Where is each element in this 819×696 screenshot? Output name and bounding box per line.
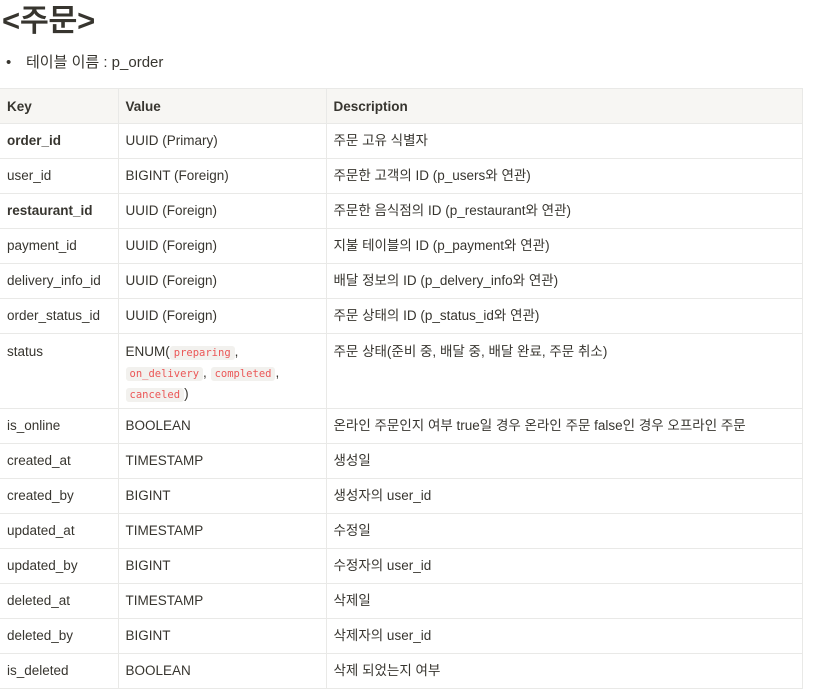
cell-value[interactable]: BIGINT (Foreign) bbox=[117, 158, 327, 194]
column-header-value[interactable]: Value bbox=[117, 88, 327, 124]
column-header-description[interactable]: Description bbox=[325, 88, 803, 124]
enum-code-canceled: canceled bbox=[125, 388, 185, 402]
cell-value[interactable]: UUID (Foreign) bbox=[117, 298, 327, 334]
cell-description[interactable]: 주문한 음식점의 ID (p_restaurant와 연관) bbox=[325, 193, 803, 229]
cell-description[interactable]: 수정자의 user_id bbox=[325, 548, 803, 584]
cell-value[interactable]: BIGINT bbox=[117, 618, 327, 654]
table-row: is_deleted BOOLEAN 삭제 되었는지 여부 bbox=[0, 653, 803, 689]
table-name-text: 테이블 이름 : p_order bbox=[26, 54, 164, 71]
cell-description[interactable]: 주문한 고객의 ID (p_users와 연관) bbox=[325, 158, 803, 194]
cell-value[interactable]: BOOLEAN bbox=[117, 653, 327, 689]
table-row: order_id UUID (Primary) 주문 고유 식별자 bbox=[0, 123, 803, 159]
cell-value[interactable]: TIMESTAMP bbox=[117, 513, 327, 549]
enum-code-completed: completed bbox=[210, 367, 276, 381]
cell-key[interactable]: status bbox=[0, 333, 119, 409]
cell-key[interactable]: user_id bbox=[0, 158, 119, 194]
column-header-key[interactable]: Key bbox=[0, 88, 119, 124]
schema-table: Key Value Description order_id UUID (Prim… bbox=[0, 88, 803, 689]
cell-key[interactable]: restaurant_id bbox=[0, 193, 119, 229]
cell-key[interactable]: updated_at bbox=[0, 513, 119, 549]
cell-value[interactable]: UUID (Foreign) bbox=[117, 228, 327, 264]
table-row: created_at TIMESTAMP 생성일 bbox=[0, 443, 803, 479]
table-row: deleted_by BIGINT 삭제자의 user_id bbox=[0, 618, 803, 654]
cell-value[interactable]: BIGINT bbox=[117, 478, 327, 514]
cell-value[interactable]: UUID (Foreign) bbox=[117, 193, 327, 229]
cell-key[interactable]: deleted_at bbox=[0, 583, 119, 619]
cell-description[interactable]: 생성자의 user_id bbox=[325, 478, 803, 514]
cell-value[interactable]: UUID (Foreign) bbox=[117, 263, 327, 299]
page-title: <주문> bbox=[2, 3, 96, 38]
cell-key[interactable]: is_online bbox=[0, 408, 119, 444]
cell-key[interactable]: payment_id bbox=[0, 228, 119, 264]
table-row: delivery_info_id UUID (Foreign) 배달 정보의 ID … bbox=[0, 263, 803, 299]
cell-description[interactable]: 생성일 bbox=[325, 443, 803, 479]
table-row: updated_at TIMESTAMP 수정일 bbox=[0, 513, 803, 549]
cell-key[interactable]: created_at bbox=[0, 443, 119, 479]
bullet-dot-icon: • bbox=[6, 54, 12, 71]
table-row: created_by BIGINT 생성자의 user_id bbox=[0, 478, 803, 514]
cell-description[interactable]: 지불 테이블의 ID (p_payment와 연관) bbox=[325, 228, 803, 264]
cell-description[interactable]: 온라인 주문인지 여부 true일 경우 온라인 주문 false인 경우 오프… bbox=[325, 408, 803, 444]
cell-description[interactable]: 삭제일 bbox=[325, 583, 803, 619]
cell-key[interactable]: order_status_id bbox=[0, 298, 119, 334]
cell-key[interactable]: deleted_by bbox=[0, 618, 119, 654]
cell-description[interactable]: 주문 상태의 ID (p_status_id와 연관) bbox=[325, 298, 803, 334]
table-row: status ENUM(preparing, on_delivery, compl… bbox=[0, 333, 803, 409]
cell-key[interactable]: is_deleted bbox=[0, 653, 119, 689]
cell-description[interactable]: 삭제 되었는지 여부 bbox=[325, 653, 803, 689]
cell-value[interactable]: UUID (Primary) bbox=[117, 123, 327, 159]
table-row: is_online BOOLEAN 온라인 주문인지 여부 true일 경우 온라인… bbox=[0, 408, 803, 444]
cell-value[interactable]: TIMESTAMP bbox=[117, 443, 327, 479]
cell-key[interactable]: updated_by bbox=[0, 548, 119, 584]
enum-code-preparing: preparing bbox=[169, 346, 235, 360]
cell-key[interactable]: order_id bbox=[0, 123, 119, 159]
cell-value[interactable]: TIMESTAMP bbox=[117, 583, 327, 619]
table-header-row: Key Value Description bbox=[0, 88, 803, 124]
table-row: updated_by BIGINT 수정자의 user_id bbox=[0, 548, 803, 584]
table-row: deleted_at TIMESTAMP 삭제일 bbox=[0, 583, 803, 619]
enum-prefix: ENUM( bbox=[125, 344, 170, 359]
table-row: payment_id UUID (Foreign) 지불 테이블의 ID (p_pa… bbox=[0, 228, 803, 264]
table-row: user_id BIGINT (Foreign) 주문한 고객의 ID (p_use… bbox=[0, 158, 803, 194]
cell-description[interactable]: 주문 상태(준비 중, 배달 중, 배달 완료, 주문 취소) bbox=[325, 333, 803, 409]
enum-code-on-delivery: on_delivery bbox=[125, 367, 204, 381]
cell-value[interactable]: BIGINT bbox=[117, 548, 327, 584]
cell-key[interactable]: delivery_info_id bbox=[0, 263, 119, 299]
cell-description[interactable]: 삭제자의 user_id bbox=[325, 618, 803, 654]
enum-suffix: ) bbox=[184, 386, 189, 401]
cell-description[interactable]: 수정일 bbox=[325, 513, 803, 549]
cell-value[interactable]: ENUM(preparing, on_delivery, completed, … bbox=[117, 333, 327, 409]
cell-value[interactable]: BOOLEAN bbox=[117, 408, 327, 444]
cell-description[interactable]: 주문 고유 식별자 bbox=[325, 123, 803, 159]
cell-description[interactable]: 배달 정보의 ID (p_delvery_info와 연관) bbox=[325, 263, 803, 299]
table-row: restaurant_id UUID (Foreign) 주문한 음식점의 ID (… bbox=[0, 193, 803, 229]
table-name-bullet: • 테이블 이름 : p_order bbox=[6, 53, 163, 73]
cell-key[interactable]: created_by bbox=[0, 478, 119, 514]
table-row: order_status_id UUID (Foreign) 주문 상태의 ID (… bbox=[0, 298, 803, 334]
